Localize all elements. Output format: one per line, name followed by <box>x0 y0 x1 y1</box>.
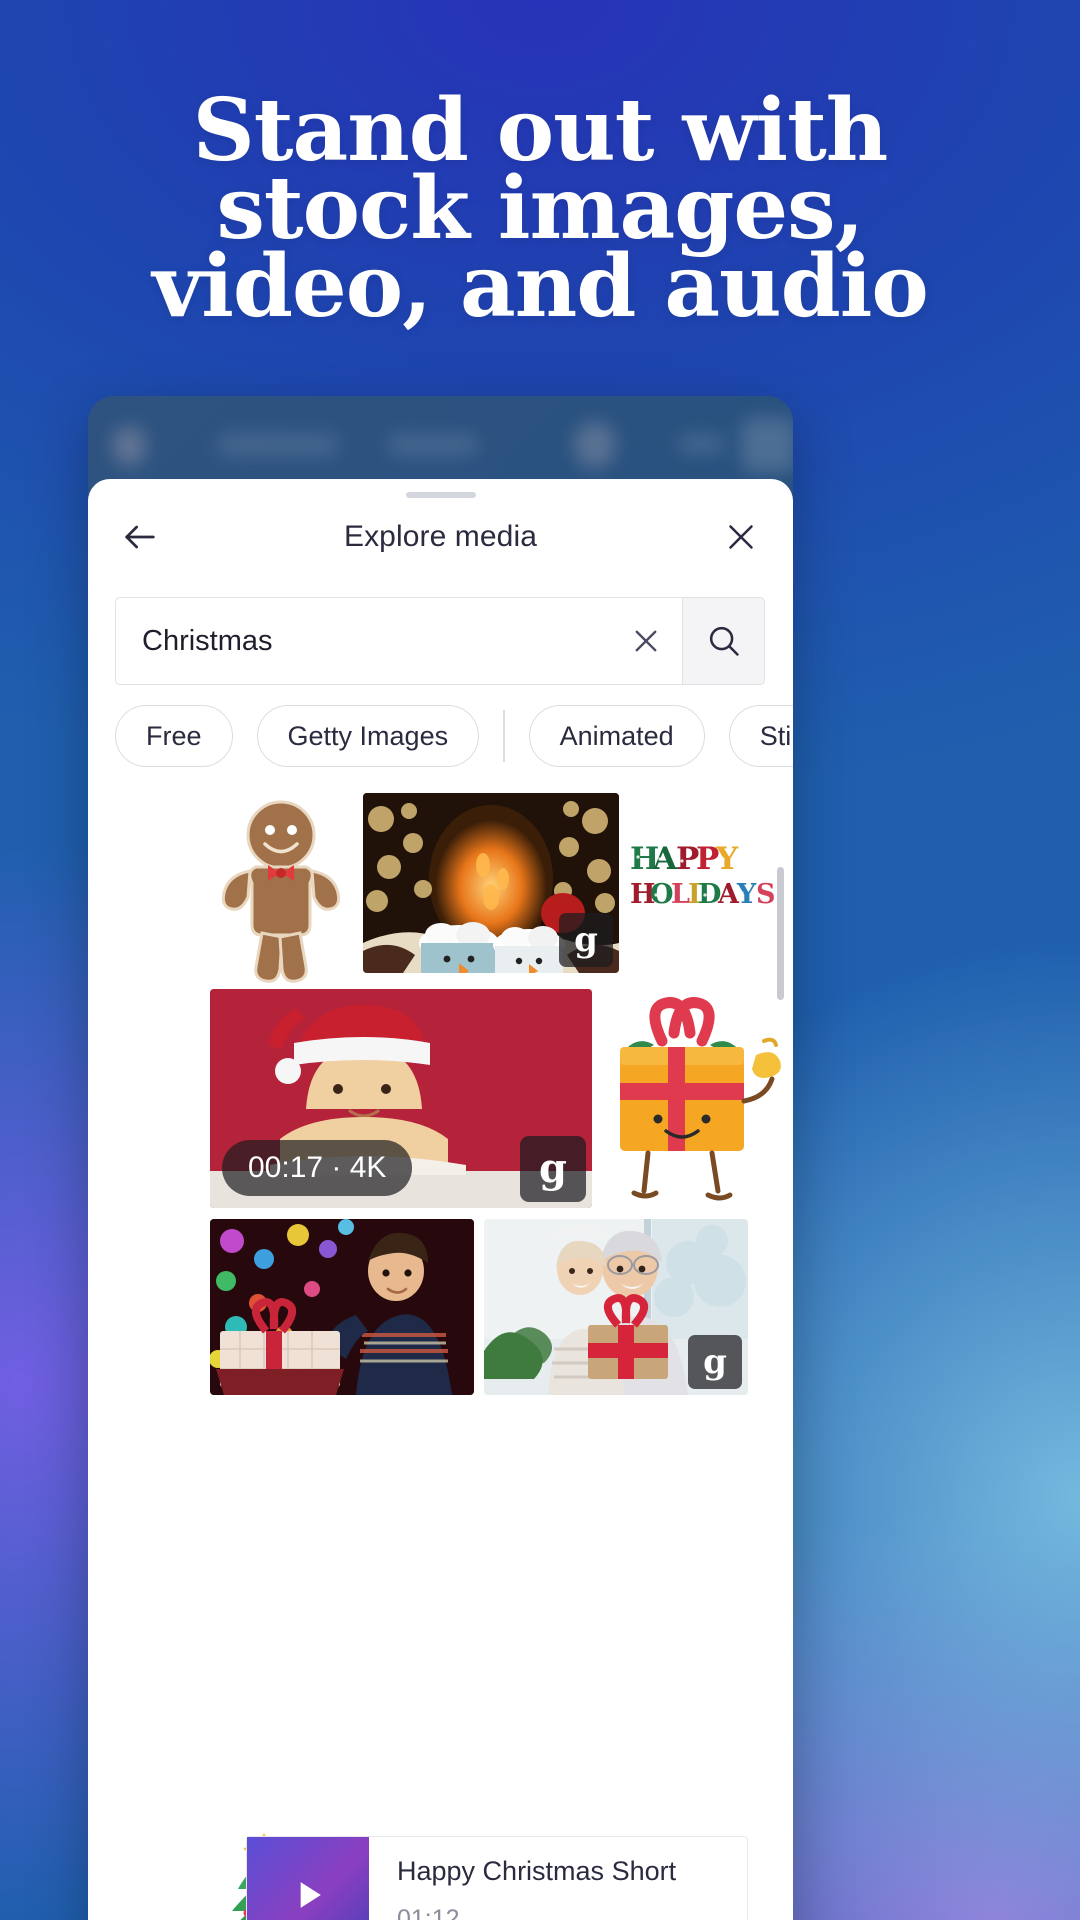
search-icon <box>709 626 739 656</box>
audio-thumbnail[interactable] <box>247 1837 369 1920</box>
audio-duration: 01:12 <box>397 1905 460 1920</box>
arrow-left-icon <box>125 525 155 549</box>
play-icon <box>300 1882 321 1908</box>
happy-holidays-sticker: H A P P Y H O L I D A Y S <box>630 841 776 910</box>
sheet-header: Explore media <box>88 501 793 573</box>
audio-title: Happy Christmas Short <box>397 1856 677 1886</box>
boy-opening-gift-photo <box>210 1219 474 1395</box>
search-input-wrapper <box>116 598 682 684</box>
toolbar-blob <box>574 422 616 468</box>
close-button[interactable] <box>689 519 793 555</box>
close-icon <box>635 630 657 652</box>
toolbar-blob <box>388 434 478 456</box>
explore-media-sheet: Explore media Christmas Free Getty Image… <box>88 479 793 1920</box>
gift-box-character-sticker <box>620 997 781 1201</box>
svg-text:Y: Y <box>715 841 739 877</box>
svg-text:Y: Y <box>736 879 757 910</box>
filter-chips: Free Getty Images Animated Still <box>115 704 793 768</box>
filter-chip-still[interactable]: Still <box>728 705 793 767</box>
getty-watermark: g <box>559 913 613 967</box>
promo-headline: Stand out with stock images, video, and … <box>0 88 1080 337</box>
toolbar-blob <box>742 418 793 472</box>
search-input[interactable] <box>142 624 610 658</box>
media-item-santa-girl-video[interactable]: 00:17 · 4K g <box>210 989 592 1208</box>
svg-text:O: O <box>650 879 674 910</box>
close-icon <box>729 525 753 549</box>
gingerbread-man-sticker <box>221 800 341 983</box>
getty-watermark: g <box>520 1136 586 1202</box>
promo-screenshot: Stand out with stock images, video, and … <box>0 0 1080 1920</box>
svg-text:S: S <box>756 879 776 910</box>
media-item-grandma-girl-photo[interactable]: g <box>484 1219 748 1395</box>
media-item-audio-row[interactable]: Happy Christmas Short 01:12 <box>246 1836 748 1920</box>
media-item-boy-gift-photo[interactable] <box>210 1219 474 1395</box>
headline-line-3: video, and audio <box>152 236 928 337</box>
drag-handle[interactable] <box>405 492 476 498</box>
filter-chip-getty-images[interactable]: Getty Images <box>256 705 480 767</box>
page-title: Explore media <box>343 520 538 553</box>
media-results-grid[interactable]: g H A P P Y H O L I D A Y S 00:17 · 4K g… <box>88 779 793 1920</box>
device-screenshot: Explore media Christmas Free Getty Image… <box>88 396 793 1920</box>
video-duration-badge: 00:17 · 4K <box>222 1140 413 1196</box>
search-bar <box>115 597 765 685</box>
filter-chip-free[interactable]: Free <box>115 705 233 767</box>
filter-chip-animated[interactable]: Animated <box>528 705 705 767</box>
media-item-happy-holidays-sticker[interactable]: H A P P Y H O L I D A Y S <box>630 839 793 919</box>
audio-meta: Happy Christmas Short 01:12 <box>369 1856 676 1920</box>
toolbar-blob <box>112 426 146 466</box>
getty-watermark: g <box>688 1335 742 1389</box>
toolbar-blob <box>678 434 724 454</box>
search-submit-button[interactable] <box>682 598 764 684</box>
back-button[interactable] <box>88 517 192 557</box>
media-item-gift-character-sticker[interactable] <box>606 997 784 1209</box>
media-item-cocoa-mugs-photo[interactable]: g <box>363 793 619 973</box>
toolbar-blob <box>218 434 338 456</box>
blurred-app-toolbar <box>88 396 793 492</box>
svg-text:A: A <box>652 841 678 877</box>
clear-search-button[interactable] <box>610 598 682 684</box>
media-item-gingerbread-sticker[interactable] <box>210 797 352 989</box>
chip-divider <box>503 710 505 762</box>
